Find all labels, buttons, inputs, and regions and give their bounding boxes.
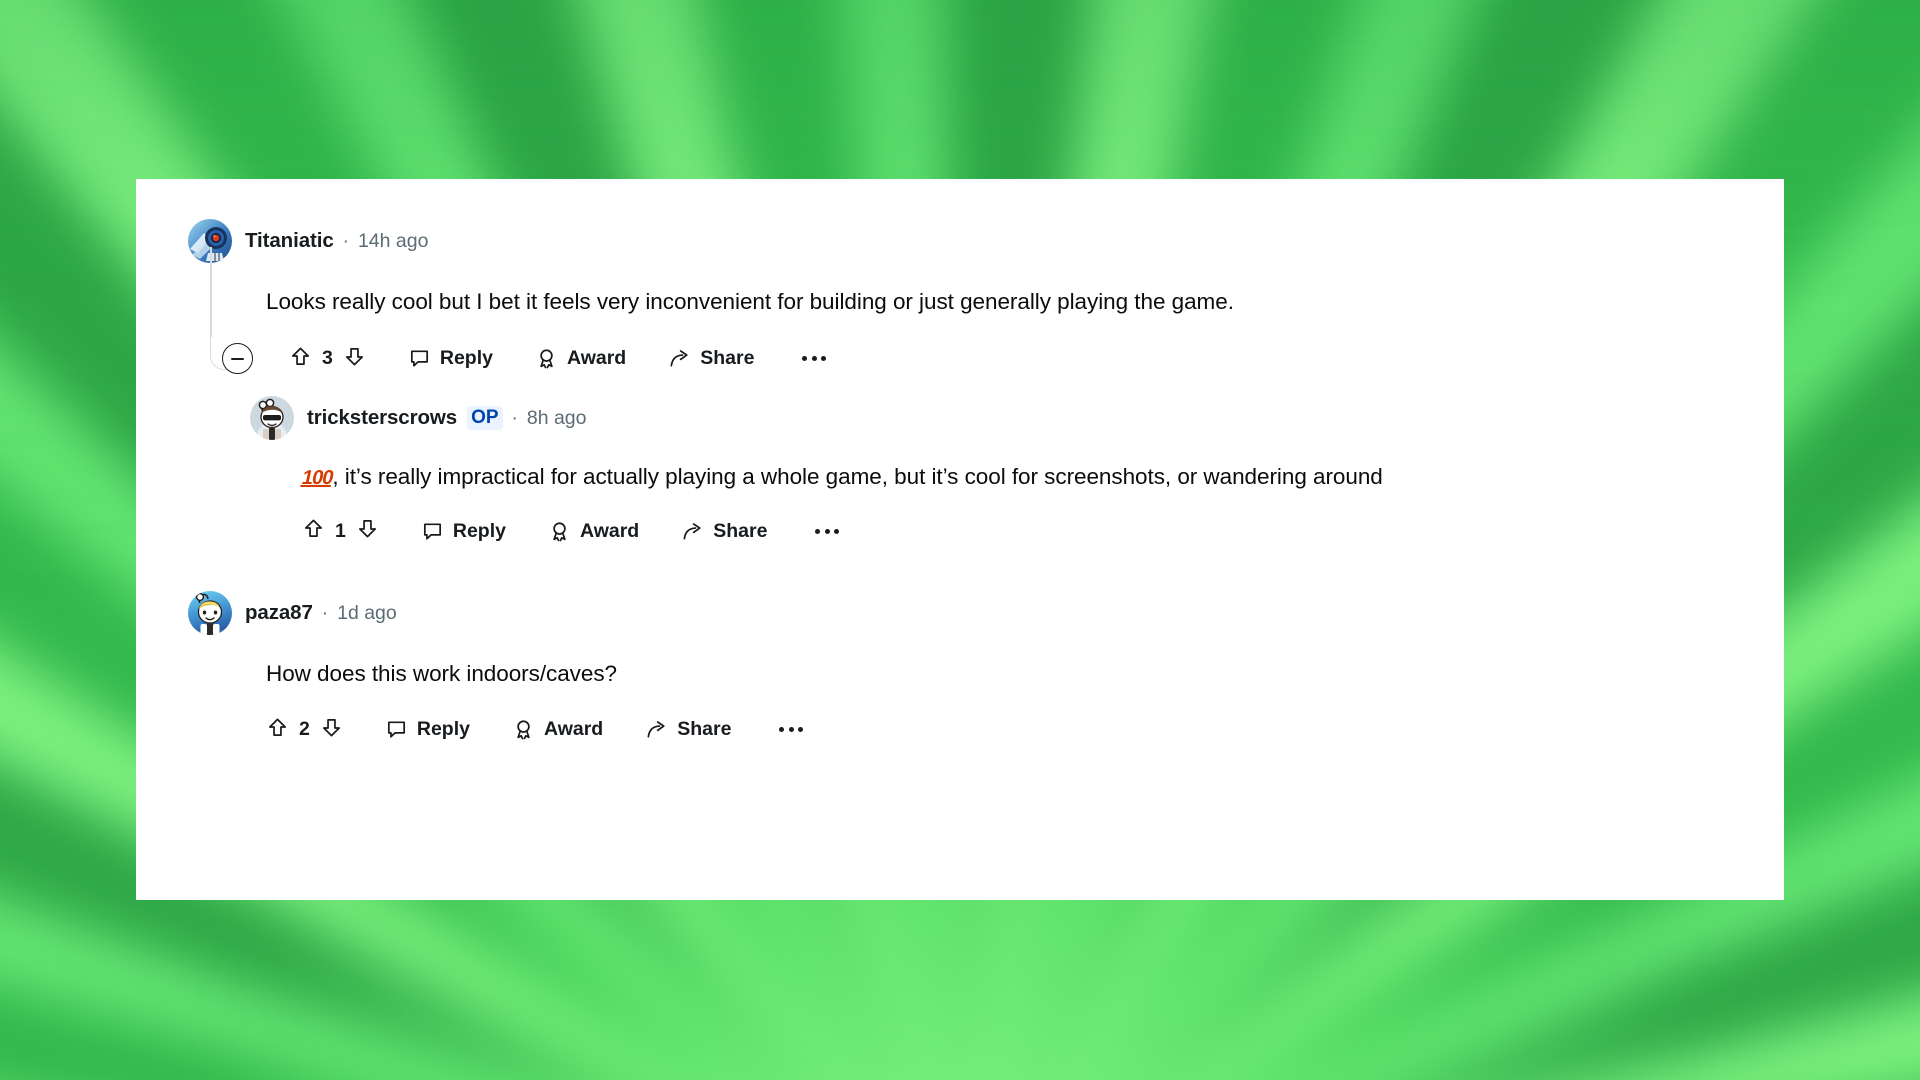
upvote-arrow-icon[interactable] xyxy=(266,716,289,744)
speech-bubble-icon xyxy=(408,347,431,370)
comment-body-text: , it’s really impractical for actually p… xyxy=(332,464,1383,490)
share-arrow-icon xyxy=(645,718,668,741)
vote-count: 3 xyxy=(322,347,333,370)
vote-group: 2 xyxy=(266,716,343,744)
comment-body: Looks really cool but I bet it feels ver… xyxy=(266,289,1234,314)
avatar[interactable] xyxy=(250,396,294,441)
more-options-button[interactable] xyxy=(779,727,804,733)
vote-group: 3 xyxy=(289,345,366,373)
comment-item: tricksterscrows OP · 8h ago 100, it’s re… xyxy=(136,374,1784,545)
award-label: Award xyxy=(566,347,627,370)
hundred-points-emoji: 100 xyxy=(299,467,335,490)
award-ribbon-icon xyxy=(548,520,571,543)
meta-separator: · xyxy=(511,407,518,429)
comment-header: Titaniatic · 14h ago xyxy=(188,219,1784,263)
reply-button[interactable]: Reply xyxy=(408,347,493,370)
speech-bubble-icon xyxy=(385,718,408,741)
award-button[interactable]: Award xyxy=(512,718,603,741)
award-button[interactable]: Award xyxy=(548,520,639,543)
upvote-arrow-icon[interactable] xyxy=(289,345,312,373)
ellipsis-dot xyxy=(788,727,794,733)
comment-header: tricksterscrows OP · 8h ago xyxy=(250,396,1784,441)
vote-group: 1 xyxy=(302,517,379,545)
award-button[interactable]: Award xyxy=(535,347,626,370)
comment-action-bar: 2 Reply Award Share xyxy=(266,716,1784,744)
share-arrow-icon xyxy=(668,347,691,370)
award-ribbon-icon xyxy=(535,347,558,370)
meta-separator: · xyxy=(342,230,349,252)
more-options-button[interactable] xyxy=(815,528,840,534)
share-button[interactable]: Share xyxy=(668,347,754,370)
comment-header: paza87 · 1d ago xyxy=(188,591,1784,636)
award-label: Award xyxy=(579,519,640,542)
share-label: Share xyxy=(713,519,768,542)
share-button[interactable]: Share xyxy=(681,520,767,543)
award-label: Award xyxy=(543,718,604,741)
comment-author[interactable]: tricksterscrows xyxy=(307,406,457,430)
share-label: Share xyxy=(700,347,755,370)
more-options-button[interactable] xyxy=(802,356,827,362)
reply-label: Reply xyxy=(439,347,493,370)
comment-thread-card: Titaniatic · 14h ago Looks really cool b… xyxy=(136,179,1784,900)
comment-body: How does this work indoors/caves? xyxy=(266,661,618,687)
ellipsis-dot xyxy=(779,727,785,733)
downvote-arrow-icon[interactable] xyxy=(356,517,379,545)
ellipsis-dot xyxy=(798,727,804,733)
comment-action-bar: 3 Reply Award Share xyxy=(222,343,1784,375)
ellipsis-dot xyxy=(821,356,827,362)
ellipsis-dot xyxy=(802,356,808,362)
vote-count: 1 xyxy=(335,519,346,542)
comment-body: 100, it’s really impractical for actuall… xyxy=(299,460,1692,493)
ellipsis-dot xyxy=(811,356,817,362)
comment-timestamp: 8h ago xyxy=(526,406,587,429)
collapse-thread-button[interactable] xyxy=(222,343,253,375)
share-arrow-icon xyxy=(681,520,704,543)
share-label: Share xyxy=(677,718,732,741)
minus-circle-icon xyxy=(231,357,244,360)
comment-author[interactable]: paza87 xyxy=(245,601,313,625)
ellipsis-dot xyxy=(815,528,821,534)
comment-item: paza87 · 1d ago How does this work indoo… xyxy=(136,545,1784,743)
award-ribbon-icon xyxy=(512,718,535,741)
ellipsis-dot xyxy=(824,528,830,534)
reply-label: Reply xyxy=(452,519,506,542)
comment-item: Titaniatic · 14h ago Looks really cool b… xyxy=(136,179,1784,375)
reply-label: Reply xyxy=(416,718,470,741)
op-badge: OP xyxy=(467,406,503,431)
downvote-arrow-icon[interactable] xyxy=(320,716,343,744)
ellipsis-dot xyxy=(834,528,840,534)
speech-bubble-icon xyxy=(421,520,444,543)
meta-separator: · xyxy=(321,602,329,624)
comment-timestamp: 1d ago xyxy=(337,601,397,624)
avatar[interactable] xyxy=(188,591,232,636)
reply-button[interactable]: Reply xyxy=(421,520,506,543)
share-button[interactable]: Share xyxy=(645,718,731,741)
reply-button[interactable]: Reply xyxy=(385,718,470,741)
vote-count: 2 xyxy=(299,718,310,741)
comment-timestamp: 14h ago xyxy=(357,229,429,252)
comment-action-bar: 1 Reply Award Share xyxy=(302,517,1784,545)
comment-author[interactable]: Titaniatic xyxy=(245,229,334,253)
downvote-arrow-icon[interactable] xyxy=(343,345,366,373)
upvote-arrow-icon[interactable] xyxy=(302,517,325,545)
